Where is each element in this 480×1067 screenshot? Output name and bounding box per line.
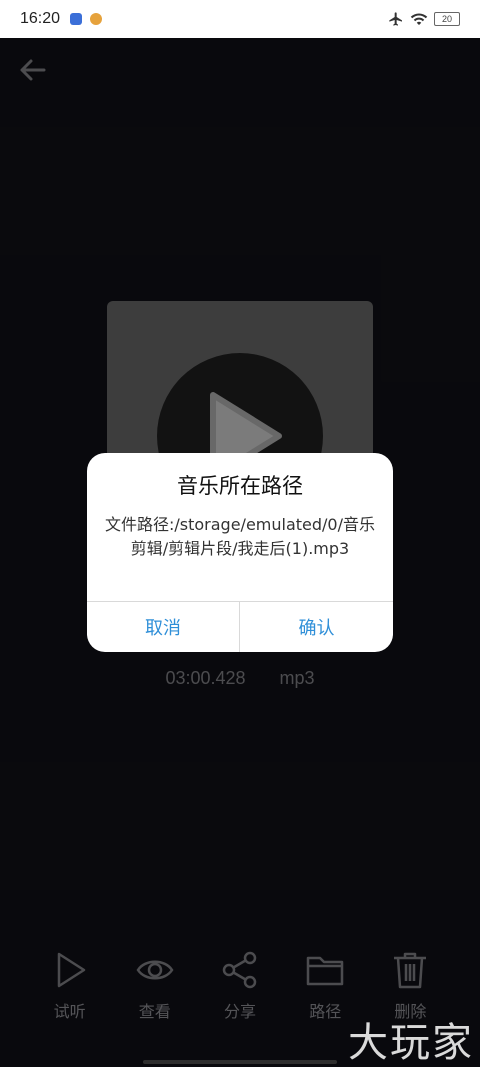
screen: 16:20 20 03:00.428 mp3 试听 查看 分享 路径 删除 音乐…	[0, 0, 480, 1067]
dialog-title: 音乐所在路径	[177, 474, 303, 498]
status-indicators: 20	[388, 11, 460, 27]
status-bar: 16:20 20	[0, 0, 480, 38]
confirm-button[interactable]: 确认	[240, 602, 393, 652]
status-time: 16:20	[20, 10, 61, 27]
path-dialog: 音乐所在路径 文件路径:/storage/emulated/0/音乐剪辑/剪辑片…	[87, 453, 393, 652]
cancel-button[interactable]: 取消	[87, 602, 239, 652]
dialog-message: 文件路径:/storage/emulated/0/音乐剪辑/剪辑片段/我走后(1…	[104, 515, 375, 558]
wifi-icon	[410, 13, 428, 25]
baidu-icon	[70, 13, 83, 25]
weibo-icon	[90, 13, 103, 25]
airplane-icon	[389, 12, 402, 26]
battery-icon: 20	[434, 12, 460, 26]
watermark-logo: 大玩家	[348, 1020, 474, 1066]
